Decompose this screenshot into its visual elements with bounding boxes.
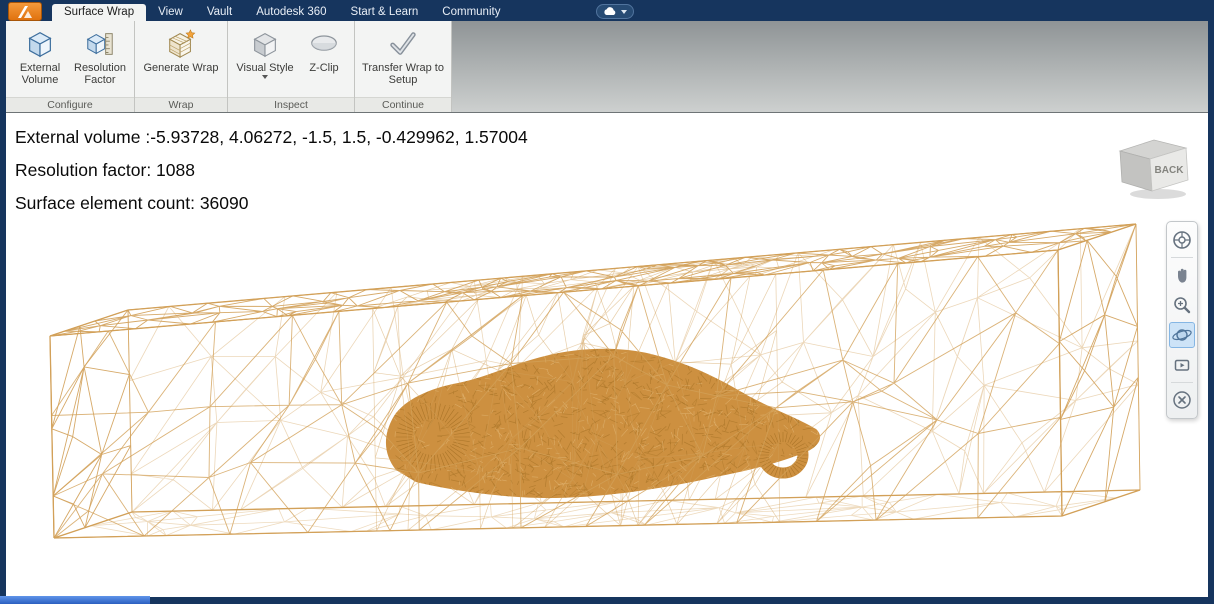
button-label: Resolution Factor [74, 62, 126, 86]
ribbon-group-inspect: Visual Style Z-Clip Inspect [228, 21, 355, 112]
dropdown-caret-icon[interactable] [262, 75, 268, 79]
visual-style-button[interactable]: Visual Style [233, 24, 297, 79]
titlebar: Surface Wrap View Vault Autodesk 360 Sta… [6, 0, 1208, 21]
button-label: Z-Clip [309, 62, 339, 74]
status-readout: External volume :-5.93728, 4.06272, -1.5… [15, 121, 528, 220]
group-title-wrap: Wrap [135, 97, 227, 112]
ribbon: External Volume Resolution Factor Config… [6, 21, 1208, 113]
ribbon-tabs: Surface Wrap View Vault Autodesk 360 Sta… [52, 2, 512, 21]
meshed-cube-star-icon [165, 26, 197, 62]
pan-icon[interactable] [1169, 262, 1195, 288]
show-motion-icon[interactable] [1169, 352, 1195, 378]
transfer-wrap-to-setup-button[interactable]: Transfer Wrap to Setup [360, 24, 446, 86]
tab-community[interactable]: Community [430, 4, 512, 21]
cube-wireframe-icon [24, 26, 56, 62]
tab-autodesk-360[interactable]: Autodesk 360 [244, 4, 338, 21]
button-label: External Volume [19, 62, 61, 86]
generate-wrap-button[interactable]: Generate Wrap [140, 24, 222, 74]
app-window: Surface Wrap View Vault Autodesk 360 Sta… [0, 0, 1214, 604]
navigation-bar [1166, 221, 1198, 419]
app-logo-icon [18, 5, 32, 18]
application-menu-button[interactable] [8, 2, 42, 21]
button-label: Generate Wrap [143, 62, 219, 74]
z-clip-button[interactable]: Z-Clip [299, 24, 349, 74]
checkmark-icon [387, 26, 419, 62]
navigation-wheel-icon[interactable] [1169, 227, 1195, 253]
tab-start-learn[interactable]: Start & Learn [339, 4, 431, 21]
tab-surface-wrap[interactable]: Surface Wrap [52, 4, 147, 21]
group-title-continue: Continue [355, 97, 451, 112]
viewcube-face-label[interactable]: BACK [1155, 165, 1185, 176]
status-surface-element-count: Surface element count: 36090 [15, 193, 249, 213]
ribbon-group-wrap: Generate Wrap Wrap [135, 21, 228, 112]
status-external-volume: External volume :-5.93728, 4.06272, -1.5… [15, 127, 528, 147]
navbar-separator [1171, 257, 1193, 258]
resolution-factor-button[interactable]: Resolution Factor [71, 24, 129, 86]
ribbon-group-continue: Transfer Wrap to Setup Continue [355, 21, 452, 112]
close-navbar-icon[interactable] [1169, 387, 1195, 413]
group-title-configure: Configure [6, 97, 134, 112]
tab-view[interactable]: View [146, 4, 195, 21]
cube-ruler-icon [84, 26, 116, 62]
dropdown-caret-icon [621, 9, 628, 14]
viewcube-shadow [1130, 189, 1186, 199]
cloud-icon [604, 7, 616, 15]
button-label: Transfer Wrap to Setup [362, 62, 444, 86]
tab-vault[interactable]: Vault [195, 4, 244, 21]
shaded-cube-icon [249, 26, 281, 62]
viewcube[interactable]: BACK [1108, 131, 1194, 206]
button-label: Visual Style [236, 62, 294, 74]
bottom-accent-bar [0, 596, 150, 604]
navbar-separator [1171, 382, 1193, 383]
clip-plane-icon [308, 26, 340, 62]
orbit-icon[interactable] [1169, 322, 1195, 348]
status-resolution-factor: Resolution factor: 1088 [15, 160, 195, 180]
external-volume-button[interactable]: External Volume [11, 24, 69, 86]
viewport[interactable]: External volume :-5.93728, 4.06272, -1.5… [6, 113, 1208, 597]
infocenter-button[interactable] [596, 4, 635, 19]
ribbon-group-configure: External Volume Resolution Factor Config… [6, 21, 135, 112]
group-title-inspect: Inspect [228, 97, 354, 112]
zoom-icon[interactable] [1169, 292, 1195, 318]
